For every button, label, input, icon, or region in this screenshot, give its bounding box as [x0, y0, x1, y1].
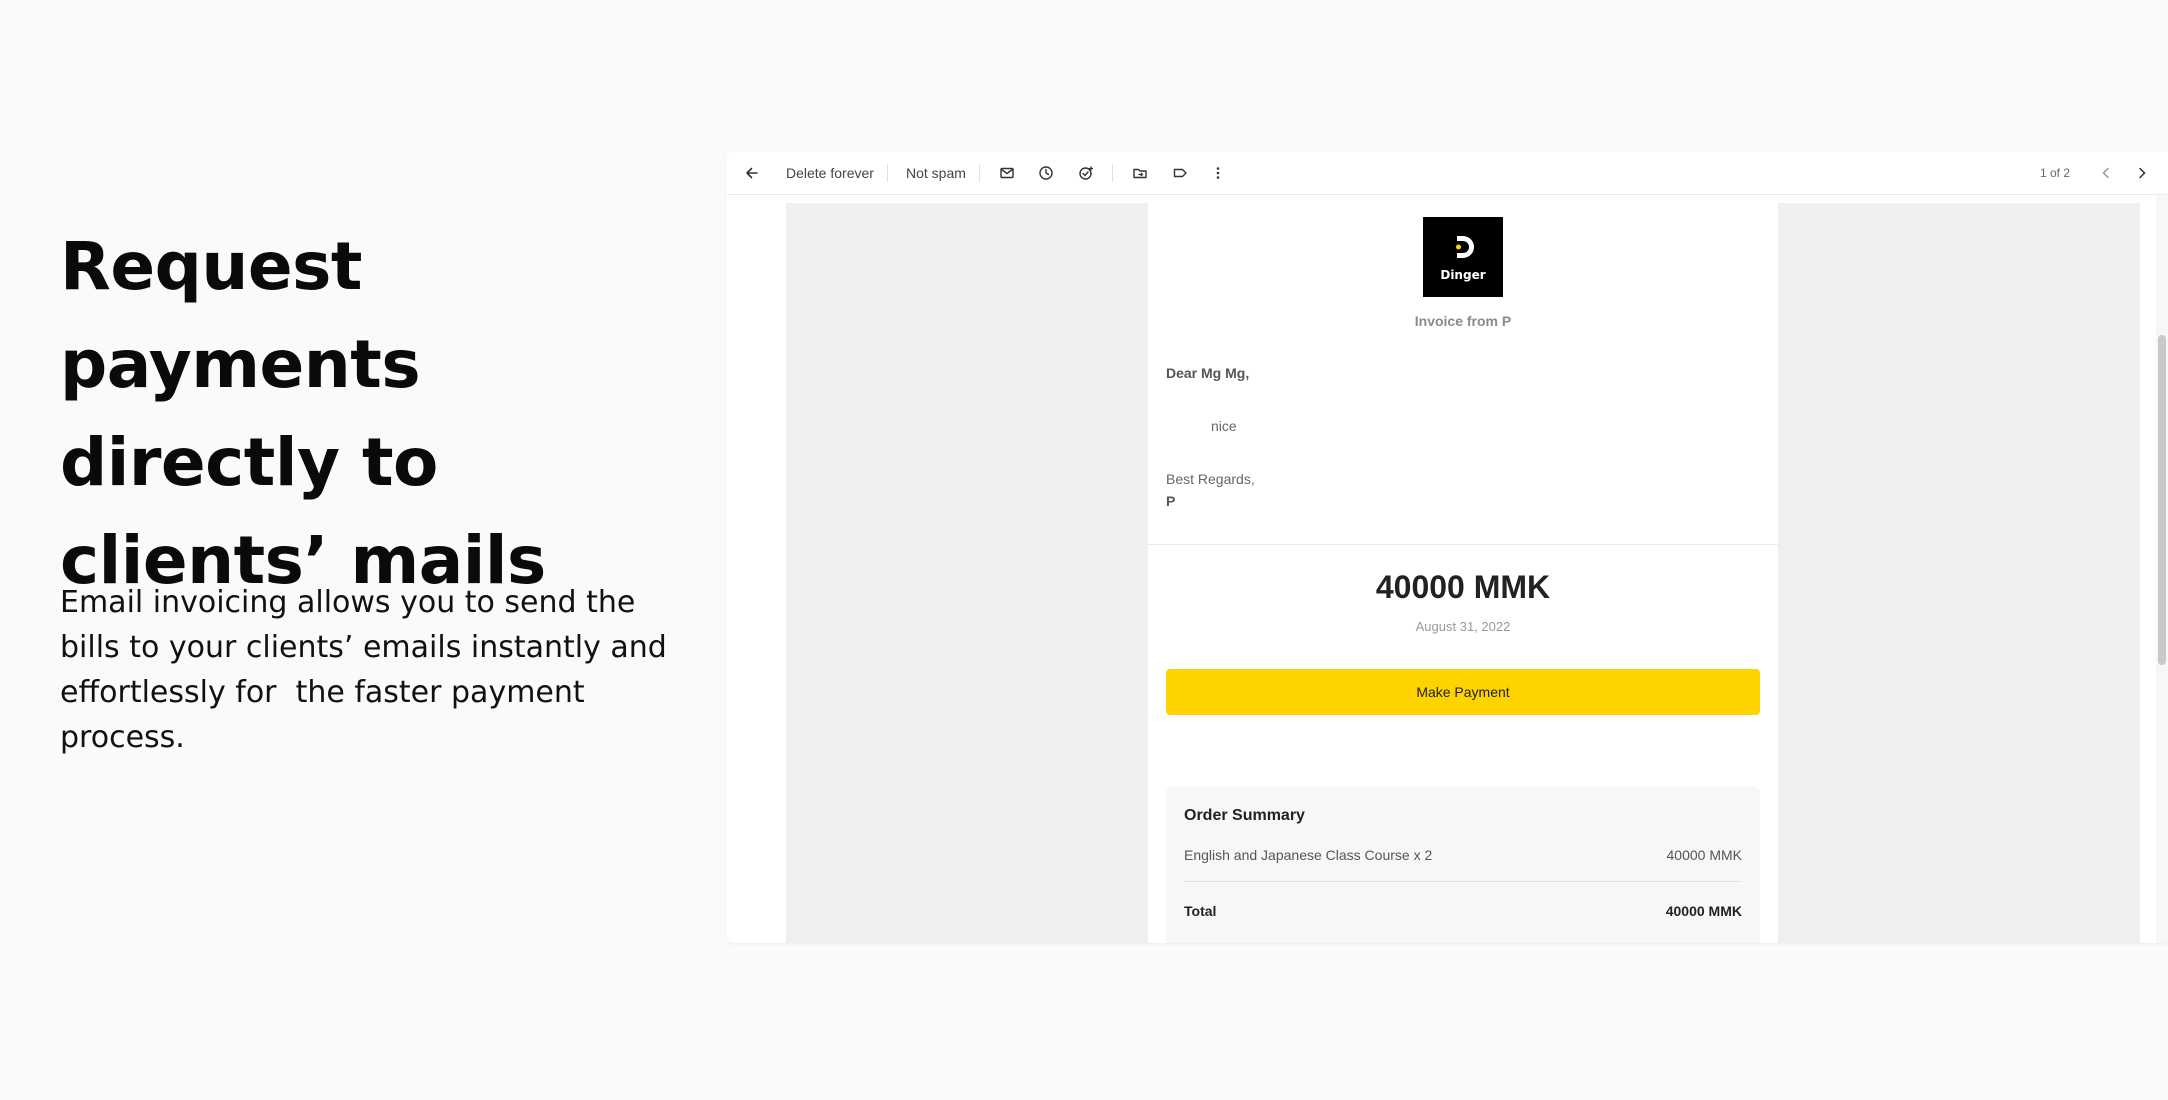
- label-icon: [1173, 168, 1187, 178]
- snooze-button[interactable]: [1034, 151, 1058, 195]
- arrow-left-icon: [746, 167, 758, 179]
- hero-description: Email invoicing allows you to send the b…: [60, 585, 677, 755]
- scrollbar-thumb[interactable]: [2158, 335, 2166, 665]
- more-options-button[interactable]: [1206, 151, 1230, 195]
- mark-unread-button[interactable]: [995, 151, 1019, 195]
- total-label: Total: [1184, 903, 1217, 919]
- line-item-price: 40000 MMK: [1666, 847, 1742, 863]
- invoice-amount: 40000 MMK: [1375, 569, 1551, 605]
- invoice-card: Dinger Invoice from P Dear Mg Mg, nice B…: [1148, 203, 1778, 943]
- order-total-row: Total 40000 MMK: [1184, 903, 1742, 919]
- section-divider: [1148, 544, 1778, 545]
- mark-unread-icon: [1000, 167, 1014, 179]
- signer-name: P: [1166, 493, 1176, 509]
- summary-divider: [1184, 881, 1742, 882]
- next-email-button[interactable]: [2130, 151, 2154, 195]
- hero-title: Request payments directly to clients’ ma…: [60, 228, 546, 599]
- make-payment-button[interactable]: Make Payment: [1166, 669, 1760, 715]
- toolbar-divider: [1112, 164, 1113, 182]
- back-button[interactable]: [740, 151, 764, 195]
- previous-email-button[interactable]: [2094, 151, 2118, 195]
- scrollbar-track[interactable]: [2156, 195, 2168, 943]
- add-task-icon: [1079, 166, 1093, 180]
- not-spam-button[interactable]: Not spam: [906, 151, 966, 195]
- greeting: Dear Mg Mg,: [1166, 365, 1250, 381]
- chevron-right-icon: [2139, 167, 2146, 179]
- order-summary-title: Order Summary: [1184, 807, 1305, 824]
- logo-text: Dinger: [1440, 268, 1486, 282]
- add-task-button[interactable]: [1074, 151, 1098, 195]
- dinger-logo: Dinger: [1423, 217, 1503, 297]
- dinger-logo-icon: [1456, 236, 1474, 258]
- total-value: 40000 MMK: [1665, 903, 1742, 919]
- order-summary: Order Summary English and Japanese Class…: [1166, 787, 1760, 943]
- toolbar-divider: [979, 164, 980, 182]
- chevron-left-icon: [2102, 167, 2109, 179]
- pager-count: 1 of 2: [2040, 166, 2071, 180]
- email-toolbar: Delete forever Not spam 1 of 2: [726, 151, 2168, 195]
- line-item-name: English and Japanese Class Course x 2: [1184, 847, 1433, 863]
- signoff: Best Regards,: [1166, 471, 1255, 487]
- email-window: Delete forever Not spam 1 of 2 Dinger In…: [726, 151, 2168, 943]
- label-button[interactable]: [1168, 151, 1192, 195]
- invoice-message: nice: [1211, 418, 1237, 434]
- move-to-icon: [1133, 168, 1147, 179]
- more-vert-icon: [1216, 167, 1220, 179]
- invoice-date: August 31, 2022: [1415, 619, 1511, 634]
- order-line-item: English and Japanese Class Course x 2 40…: [1184, 847, 1742, 863]
- snooze-icon: [1039, 166, 1053, 180]
- invoice-from: Invoice from P: [1414, 313, 1512, 329]
- delete-forever-button[interactable]: Delete forever: [786, 151, 874, 195]
- move-to-button[interactable]: [1128, 151, 1152, 195]
- toolbar-divider: [887, 164, 888, 182]
